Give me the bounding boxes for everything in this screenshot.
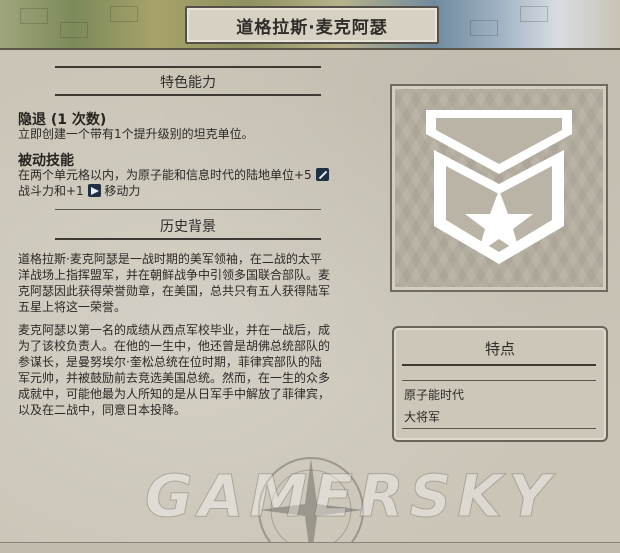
history-line: 麦克阿瑟以第一名的成绩从西点军校毕业，并在一战后，成 bbox=[18, 323, 331, 337]
leader-ability-emblem-panel bbox=[390, 84, 608, 292]
history-rule-bottom bbox=[55, 238, 321, 240]
leader-title-banner: 道格拉斯·麦克阿瑟 bbox=[185, 6, 439, 44]
history-line: 道格拉斯·麦克阿瑟是一战时期的美军领袖，在二战的太平 bbox=[18, 252, 322, 266]
trait-item: 原子能时代 bbox=[404, 388, 465, 402]
watermark-text: GAMERSKY bbox=[144, 462, 557, 531]
passive-ability-description: 在两个单元格以内，为原子能和信息时代的陆地单位+5 战斗力和+1 移动力 bbox=[18, 167, 358, 199]
history-paragraph-2: 麦克阿瑟以第一名的成绩从西点军校毕业，并在一战后，成 为了该校负责人。在他的一生… bbox=[18, 322, 378, 418]
traits-rule bbox=[402, 364, 596, 366]
traits-panel: 特点 原子能时代 大将军 bbox=[392, 326, 608, 442]
history-heading: 历史背景 bbox=[160, 219, 216, 235]
history-line: 五星上将这一荣誉。 bbox=[18, 300, 127, 314]
history-line: 洋战场上指挥盟军，并在朝鲜战争中引领多国联合部队。麦 bbox=[18, 268, 331, 282]
bottom-border bbox=[0, 542, 620, 553]
history-paragraph-1: 道格拉斯·麦克阿瑟是一战时期的美军领袖，在二战的太平 洋战场上指挥盟军，并在朝鲜… bbox=[18, 251, 378, 315]
active-ability-description: 立即创建一个带有1个提升级别的坦克单位。 bbox=[18, 127, 254, 141]
traits-rule-2 bbox=[402, 380, 596, 381]
sword-icon bbox=[315, 168, 329, 181]
passive-desc-line2b: 移动力 bbox=[104, 184, 141, 198]
history-line: 为了该校负责人。在他的一生中，他还曾是胡佛总统部队的 bbox=[18, 339, 331, 353]
history-line: 以及在二战中，同意日本投降。 bbox=[18, 403, 187, 417]
history-line: 克阿瑟因此获得荣誉勋章，在美国，总共只有五人获得陆军 bbox=[18, 284, 331, 298]
history-line: 参谋长，是曼努埃尔·奎松总统在位时期，菲律宾部队的陆 bbox=[18, 355, 322, 369]
trait-item: 大将军 bbox=[404, 410, 441, 424]
passive-desc-line2a: 战斗力和+1 bbox=[18, 184, 84, 198]
movement-icon bbox=[87, 184, 101, 197]
section-rule-bottom bbox=[55, 94, 321, 96]
history-line: 军元帅，并被鼓励前去竞选美国总统。然而，在一生的众多 bbox=[18, 371, 331, 385]
history-line: 成就中，可能他最为人所知的是从日军手中解放了菲律宾， bbox=[18, 387, 331, 401]
leader-name: 道格拉斯·麦克阿瑟 bbox=[236, 17, 388, 38]
traits-heading: 特点 bbox=[484, 340, 515, 358]
special-ability-heading: 特色能力 bbox=[160, 75, 216, 91]
history-rule-top bbox=[55, 209, 321, 210]
general-star-shield-icon bbox=[426, 110, 572, 264]
traits-rule-3 bbox=[402, 428, 596, 429]
section-rule-top bbox=[55, 66, 321, 68]
passive-desc-line1: 在两个单元格以内，为原子能和信息时代的陆地单位+5 bbox=[18, 168, 312, 182]
